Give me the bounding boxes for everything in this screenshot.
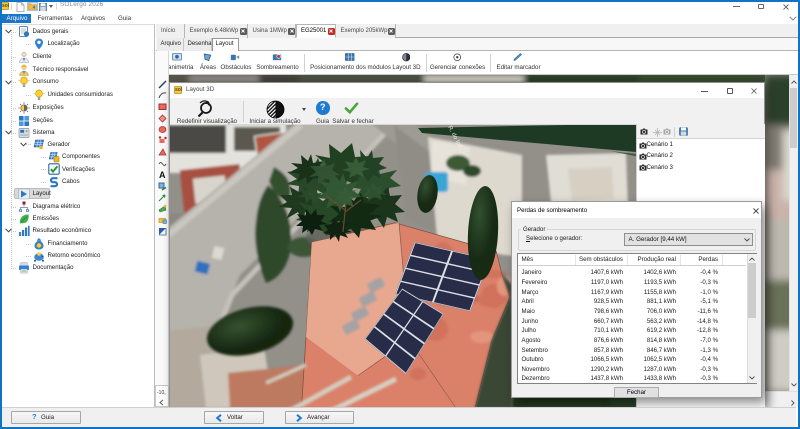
- svg-text:A: A: [159, 170, 166, 179]
